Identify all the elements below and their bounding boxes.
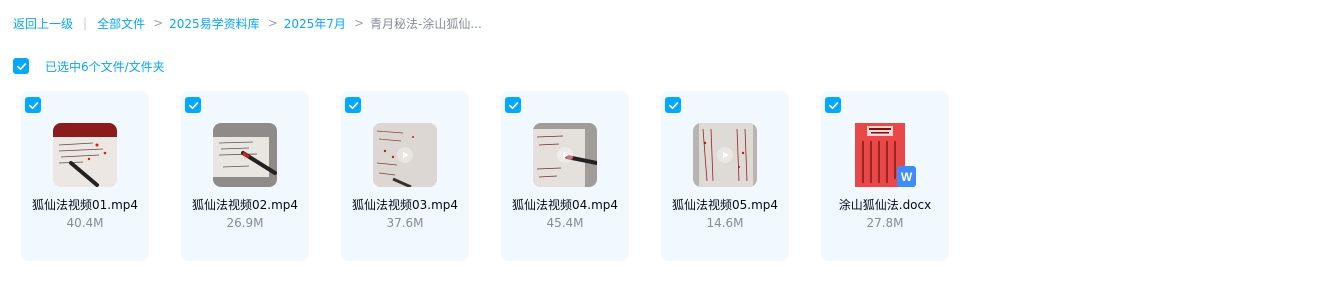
breadcrumb-item-library[interactable]: 2025易学资料库: [169, 15, 260, 32]
file-name[interactable]: 狐仙法视频04.mp4: [501, 196, 629, 213]
back-link[interactable]: 返回上一级: [13, 15, 73, 32]
video-thumbnail: [213, 123, 277, 187]
select-all-row: 已选中6个文件/文件夹: [13, 58, 165, 74]
breadcrumb-item-month[interactable]: 2025年7月: [284, 15, 346, 32]
word-doc-icon: W: [897, 166, 916, 187]
checkmark-icon: [188, 101, 198, 109]
file-name[interactable]: 狐仙法视频01.mp4: [21, 196, 149, 213]
file-checkbox[interactable]: [185, 97, 201, 113]
selection-count-label: 已选中6个文件/文件夹: [45, 59, 165, 74]
file-name[interactable]: 狐仙法视频05.mp4: [661, 196, 789, 213]
breadcrumb-item-all-files[interactable]: 全部文件: [97, 15, 145, 32]
video-thumbnail: [533, 123, 597, 187]
select-all-checkbox[interactable]: [13, 58, 29, 74]
file-size: 45.4M: [546, 216, 584, 230]
chevron-right-icon: >: [153, 16, 164, 30]
checkmark-icon: [668, 101, 678, 109]
play-icon: [557, 147, 573, 163]
chevron-right-icon: >: [353, 16, 364, 30]
chevron-right-icon: >: [267, 16, 278, 30]
file-checkbox[interactable]: [665, 97, 681, 113]
video-thumbnail: [53, 123, 117, 187]
file-size: 14.6M: [706, 216, 744, 230]
play-icon: [397, 147, 413, 163]
file-card[interactable]: 狐仙法视频05.mp4 14.6M: [661, 91, 789, 261]
file-size: 40.4M: [66, 216, 104, 230]
file-card[interactable]: 狐仙法视频01.mp4 40.4M: [21, 91, 149, 261]
file-size: 27.8M: [866, 216, 904, 230]
breadcrumb-divider: |: [83, 16, 88, 30]
video-thumbnail: [693, 123, 757, 187]
checkmark-icon: [508, 101, 518, 109]
video-thumbnail: [373, 123, 437, 187]
file-name[interactable]: 涂山狐仙法.docx: [821, 196, 949, 213]
file-name[interactable]: 狐仙法视频02.mp4: [181, 196, 309, 213]
breadcrumb-current: 青月秘法-涂山狐仙...: [370, 16, 482, 31]
document-thumbnail: W: [853, 123, 917, 187]
checkmark-icon: [828, 101, 838, 109]
file-checkbox[interactable]: [825, 97, 841, 113]
file-checkbox[interactable]: [505, 97, 521, 113]
file-name[interactable]: 狐仙法视频03.mp4: [341, 196, 469, 213]
file-size: 37.6M: [386, 216, 424, 230]
checkmark-icon: [28, 101, 38, 109]
file-size: 26.9M: [226, 216, 264, 230]
breadcrumb: 返回上一级 | 全部文件 > 2025易学资料库 > 2025年7月 > 青月秘…: [13, 14, 482, 32]
file-grid: 狐仙法视频01.mp4 40.4M 狐仙法视频02.mp4 26.9M 狐仙法视…: [21, 91, 981, 261]
file-card[interactable]: 狐仙法视频03.mp4 37.6M: [341, 91, 469, 261]
file-card[interactable]: W 涂山狐仙法.docx 27.8M: [821, 91, 949, 261]
checkmark-icon: [16, 62, 26, 70]
file-checkbox[interactable]: [345, 97, 361, 113]
file-checkbox[interactable]: [25, 97, 41, 113]
file-card[interactable]: 狐仙法视频04.mp4 45.4M: [501, 91, 629, 261]
play-icon: [717, 147, 733, 163]
checkmark-icon: [348, 101, 358, 109]
file-card[interactable]: 狐仙法视频02.mp4 26.9M: [181, 91, 309, 261]
